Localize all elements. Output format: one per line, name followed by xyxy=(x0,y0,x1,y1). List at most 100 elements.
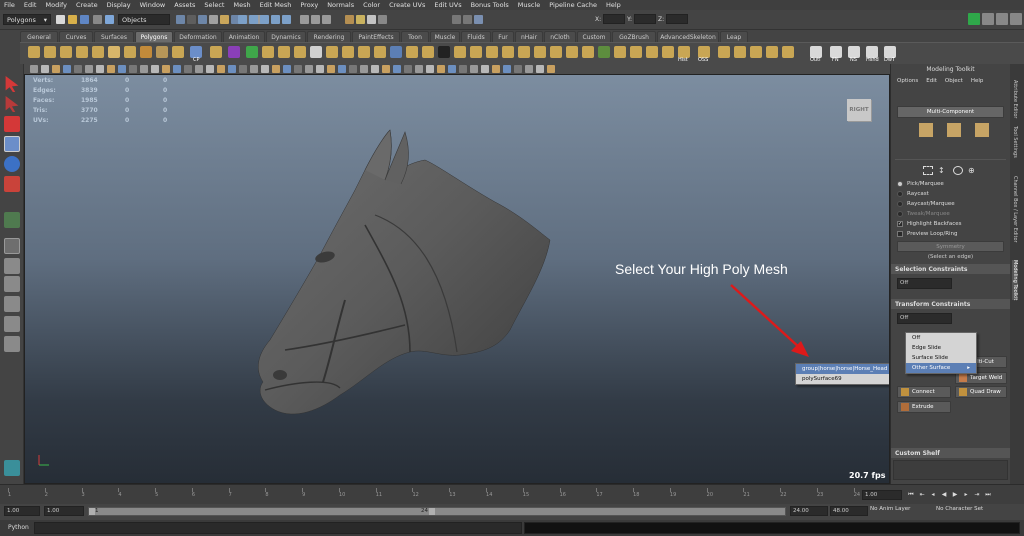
step-forward-key-icon[interactable]: ⇥ xyxy=(972,490,982,500)
menu-create[interactable]: Create xyxy=(76,1,98,9)
shelf-tab-advancedskeleton[interactable]: AdvancedSkeleton xyxy=(657,31,719,42)
shelf-tool-icon[interactable] xyxy=(342,46,354,58)
menu-proxy[interactable]: Proxy xyxy=(300,1,318,9)
select-hierarchy-icon[interactable] xyxy=(93,15,102,24)
custom-shelf-header[interactable]: Custom Shelf xyxy=(891,448,1010,458)
shelf-tool-icon[interactable] xyxy=(210,46,222,58)
shelf-tool-icon[interactable] xyxy=(470,46,482,58)
hypershade-layout-icon[interactable] xyxy=(4,316,20,332)
shelf-tool-icon[interactable] xyxy=(358,46,370,58)
absolute-transform-icon[interactable] xyxy=(474,15,483,24)
playback-start-field[interactable]: 1.00 xyxy=(44,506,84,516)
shelf-tool-icon[interactable] xyxy=(310,46,322,58)
toolkit-menu-help[interactable]: Help xyxy=(971,78,984,84)
viewport-toolbar-icon[interactable] xyxy=(85,65,93,73)
shelf-tab-painteffects[interactable]: PaintEffects xyxy=(352,31,400,42)
render-layout-icon[interactable] xyxy=(4,460,20,476)
mask-handle-icon[interactable] xyxy=(176,15,185,24)
shelf-tool-icon[interactable] xyxy=(326,46,338,58)
shelf-tab-muscle[interactable]: Muscle xyxy=(430,31,460,42)
persp-outliner-layout-icon[interactable] xyxy=(4,276,20,292)
shelf-tool-icon[interactable] xyxy=(582,46,594,58)
viewport-toolbar-icon[interactable] xyxy=(30,65,38,73)
shelf-tool-icon[interactable] xyxy=(76,46,88,58)
shelf-tool-icon[interactable] xyxy=(108,46,120,58)
viewport-toolbar-icon[interactable] xyxy=(250,65,258,73)
viewport-toolbar-icon[interactable] xyxy=(52,65,60,73)
viewport-toolbar-icon[interactable] xyxy=(492,65,500,73)
shelf-tool-icon[interactable] xyxy=(406,46,418,58)
viewport-toolbar-icon[interactable] xyxy=(547,65,555,73)
viewport-toolbar-icon[interactable] xyxy=(195,65,203,73)
select-option-tweak-marquee[interactable]: Tweak/Marquee xyxy=(891,209,1010,219)
shelf-tool-icon[interactable] xyxy=(750,46,762,58)
viewport-toolbar-icon[interactable] xyxy=(481,65,489,73)
selection-constraints-header[interactable]: Selection Constraints xyxy=(891,264,1010,274)
input-mode-icon[interactable] xyxy=(463,15,472,24)
range-slider[interactable]: 1 24 xyxy=(88,507,786,516)
viewport-toolbar-icon[interactable] xyxy=(206,65,214,73)
popup-item-polysurface69[interactable]: polySurface69 xyxy=(796,374,889,384)
shelf-tool-icon[interactable] xyxy=(646,46,658,58)
shelf-tool-icon[interactable] xyxy=(782,46,794,58)
move-tool-icon[interactable] xyxy=(4,136,20,152)
x-field[interactable] xyxy=(603,14,626,24)
viewport-toolbar-icon[interactable] xyxy=(448,65,456,73)
shelf-tool-icon[interactable] xyxy=(44,46,56,58)
modeling-toolkit-toggle-icon[interactable] xyxy=(968,13,980,25)
menu-select[interactable]: Select xyxy=(204,1,224,9)
new-scene-icon[interactable] xyxy=(56,15,65,24)
slide-item-edge-slide[interactable]: Edge Slide xyxy=(906,343,976,353)
viewport-toolbar-icon[interactable] xyxy=(239,65,247,73)
viewport-toolbar-icon[interactable] xyxy=(415,65,423,73)
shelf-tool-icon[interactable] xyxy=(566,46,578,58)
mask-curve-icon[interactable] xyxy=(198,15,207,24)
menu-pipeline-cache[interactable]: Pipeline Cache xyxy=(549,1,597,9)
viewport-toolbar-icon[interactable] xyxy=(74,65,82,73)
vertex-mode-icon[interactable] xyxy=(919,123,933,137)
save-scene-icon[interactable] xyxy=(80,15,89,24)
transform-constraints-dropdown[interactable]: Off xyxy=(897,313,952,324)
view-cube[interactable]: RIGHT xyxy=(847,99,871,121)
mask-deform-icon[interactable] xyxy=(220,15,229,24)
symmetry-button[interactable]: Symmetry xyxy=(897,241,1004,252)
viewport-toolbar-icon[interactable] xyxy=(151,65,159,73)
snap-grid-icon[interactable] xyxy=(238,15,247,24)
shelf-tool-icon[interactable] xyxy=(518,46,530,58)
viewport-toolbar-icon[interactable] xyxy=(107,65,115,73)
toolkit-menu-edit[interactable]: Edit xyxy=(926,78,937,84)
step-forward-frame-icon[interactable]: ▸ xyxy=(961,490,971,500)
playback-end-field[interactable]: 24.00 xyxy=(790,506,828,516)
edge-mode-icon[interactable] xyxy=(947,123,961,137)
shelf-tab-curves[interactable]: Curves xyxy=(59,31,93,42)
viewport-toolbar-icon[interactable] xyxy=(327,65,335,73)
viewport-toolbar-icon[interactable] xyxy=(228,65,236,73)
scale-tool-icon[interactable] xyxy=(4,176,20,192)
viewport-toolbar-icon[interactable] xyxy=(470,65,478,73)
character-set-dropdown[interactable]: No Character Set xyxy=(936,506,983,512)
anim-layer-dropdown[interactable]: No Anim Layer xyxy=(870,506,910,512)
viewport-toolbar-icon[interactable] xyxy=(316,65,324,73)
slide-item-surface-slide[interactable]: Surface Slide xyxy=(906,353,976,363)
shelf-tool-icon[interactable] xyxy=(662,46,674,58)
four-view-layout-icon[interactable] xyxy=(4,258,20,274)
shelf-tool-icon[interactable] xyxy=(140,46,152,58)
toolkit-menu-object[interactable]: Object xyxy=(945,78,963,84)
viewport-3d[interactable]: Verts: 1864 0 0 Edges: 3839 0 0 Faces: 1985 0 0 Tris… xyxy=(24,74,890,484)
shelf-tab-surfaces[interactable]: Surfaces xyxy=(94,31,134,42)
go-to-end-icon[interactable]: ⏭ xyxy=(983,490,993,500)
viewport-toolbar-icon[interactable] xyxy=(261,65,269,73)
shelf-tool-icon[interactable] xyxy=(92,46,104,58)
menu-edit-mesh[interactable]: Edit Mesh xyxy=(260,1,292,9)
construction-history-icon[interactable] xyxy=(322,15,331,24)
tab-tool-settings[interactable]: Tool Settings xyxy=(1012,126,1018,158)
menu-bonus-tools[interactable]: Bonus Tools xyxy=(471,1,509,9)
shelf-tab-leap[interactable]: Leap xyxy=(720,31,748,42)
shelf-tool-icon[interactable] xyxy=(246,46,258,58)
menu-create-uvs[interactable]: Create UVs xyxy=(389,1,425,9)
viewport-toolbar-icon[interactable] xyxy=(404,65,412,73)
menu-assets[interactable]: Assets xyxy=(174,1,195,9)
viewport-toolbar-icon[interactable] xyxy=(437,65,445,73)
select-option-raycast-marquee[interactable]: Raycast/Marquee xyxy=(891,199,1010,209)
command-input[interactable] xyxy=(34,522,522,534)
